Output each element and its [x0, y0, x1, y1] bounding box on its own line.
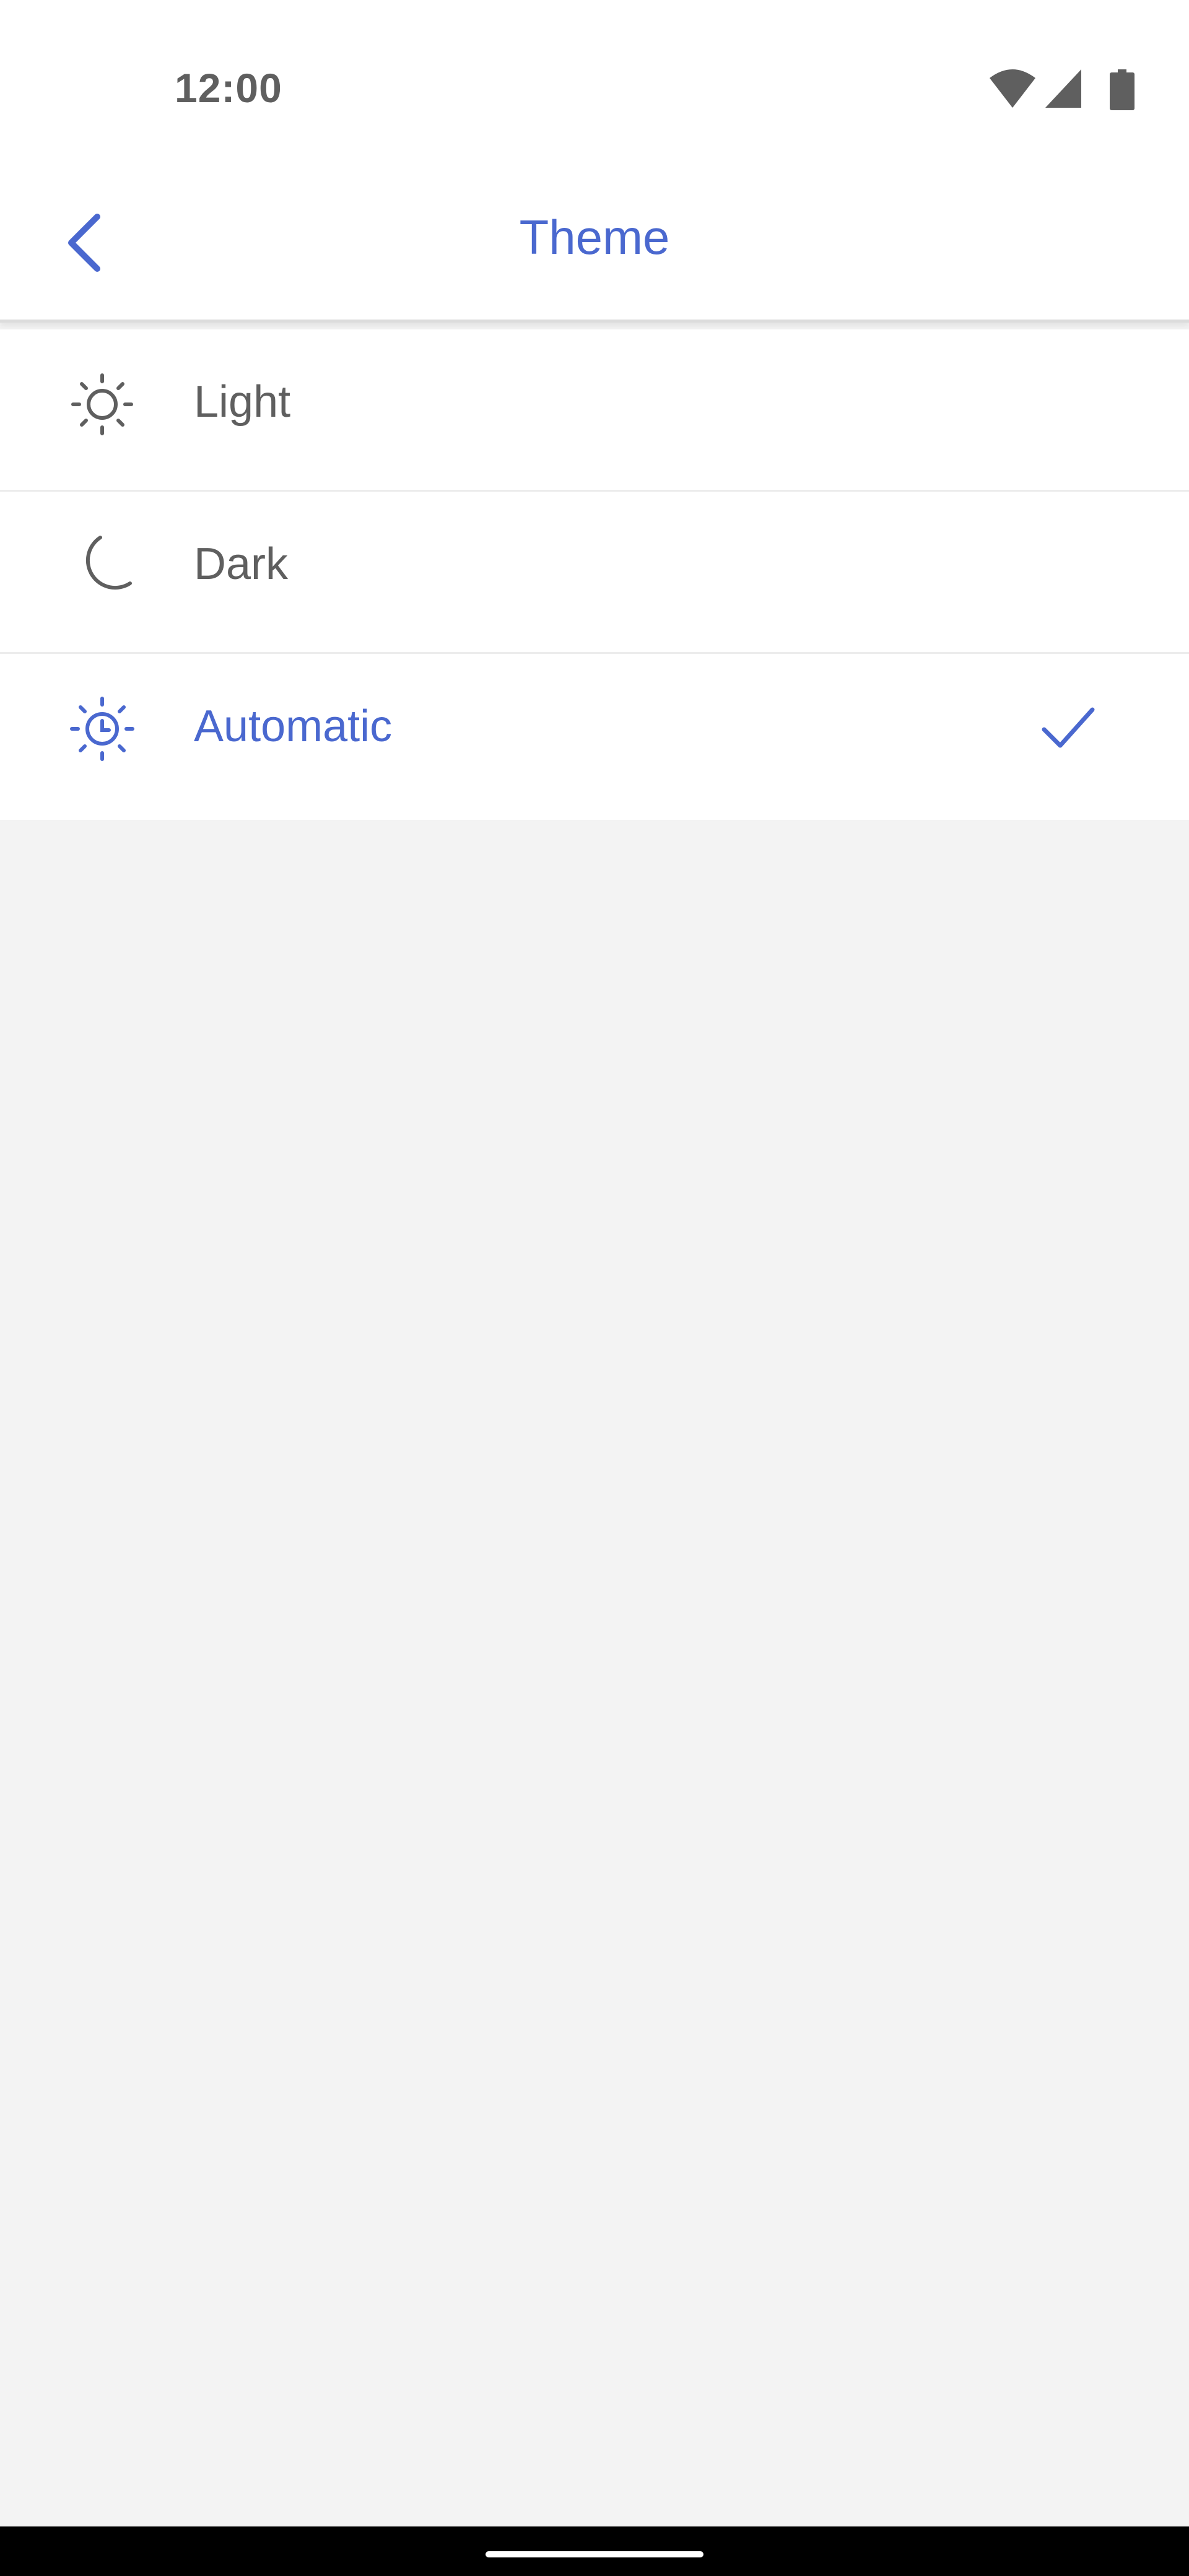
theme-options-list: Light Dark Automatic: [0, 329, 1189, 820]
navigation-bar: [0, 2526, 1189, 2576]
sun-icon: [71, 373, 133, 435]
theme-option-automatic[interactable]: Automatic: [0, 654, 1189, 820]
app-bar: Theme: [0, 167, 1189, 323]
battery-icon: [1110, 69, 1135, 110]
checkmark-icon: [1042, 707, 1095, 748]
status-time: 12:00: [175, 65, 282, 111]
status-bar: 12:00: [0, 0, 1189, 167]
option-label-light: Light: [194, 377, 291, 427]
sun-clock-icon: [70, 697, 134, 761]
option-label-dark: Dark: [194, 539, 289, 589]
theme-option-light[interactable]: Light: [0, 329, 1189, 492]
wifi-icon: [990, 69, 1035, 108]
option-label-automatic: Automatic: [194, 702, 393, 751]
cellular-signal-icon: [1045, 69, 1081, 108]
moon-icon: [85, 536, 132, 590]
page-title: Theme: [519, 210, 670, 264]
home-indicator[interactable]: [486, 2551, 703, 2557]
theme-option-dark[interactable]: Dark: [0, 492, 1189, 654]
